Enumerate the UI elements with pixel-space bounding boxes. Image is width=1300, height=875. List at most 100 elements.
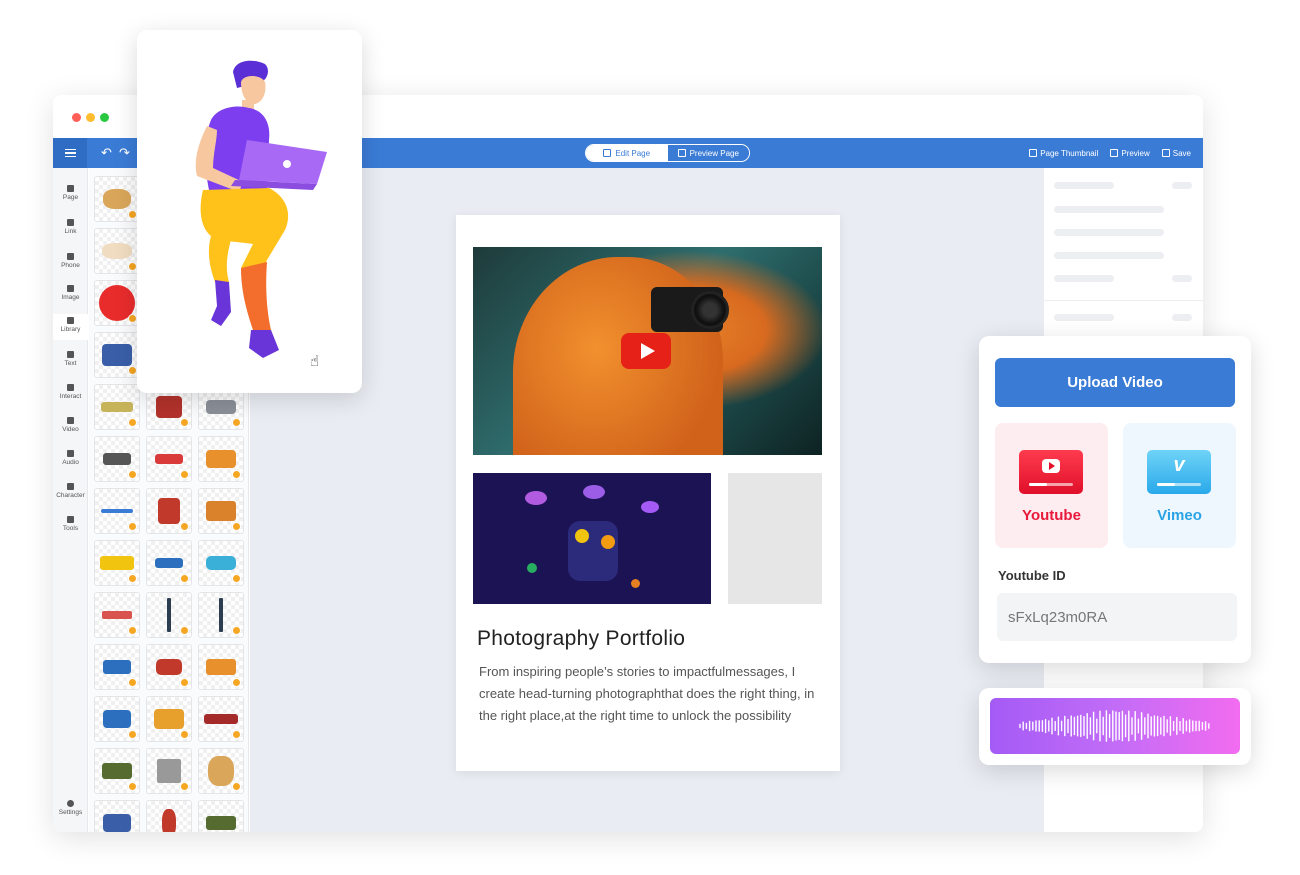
sticker-image (204, 714, 238, 724)
sticker-image (208, 756, 234, 786)
rail-item-library[interactable]: Library (53, 314, 88, 340)
library-sticker[interactable] (94, 176, 140, 222)
illustration-image[interactable] (473, 473, 711, 604)
library-sticker[interactable] (198, 800, 244, 832)
audio-waveform[interactable] (990, 698, 1240, 754)
close-window-dot[interactable] (72, 113, 81, 122)
settings-button[interactable]: Settings (53, 800, 88, 816)
library-sticker[interactable] (146, 644, 192, 690)
sticker-image (158, 498, 180, 524)
library-sticker[interactable] (94, 592, 140, 638)
undo-icon[interactable]: ↶ (101, 145, 112, 161)
page-title: Photography Portfolio (477, 627, 686, 650)
rail-item-interact[interactable]: Interact (53, 384, 88, 400)
premium-badge-icon (180, 782, 189, 791)
waveform-icon (1019, 710, 1210, 742)
library-sticker[interactable] (198, 592, 244, 638)
thumbnail-icon (1029, 149, 1038, 157)
youtube-label: Youtube (1022, 507, 1081, 524)
premium-badge-icon (128, 366, 137, 375)
library-sticker[interactable] (94, 644, 140, 690)
library-sticker[interactable] (198, 488, 244, 534)
hero-video[interactable] (473, 247, 822, 455)
premium-badge-icon (232, 782, 241, 791)
library-sticker[interactable] (94, 228, 140, 274)
library-sticker[interactable] (94, 280, 140, 326)
mode-toggle: Edit Page Preview Page (585, 144, 750, 162)
library-sticker[interactable] (146, 540, 192, 586)
premium-badge-icon (128, 730, 137, 739)
vimeo-option[interactable]: v Vimeo (1123, 423, 1236, 548)
camera-lens (691, 291, 729, 329)
placeholder-image[interactable] (728, 473, 822, 604)
library-sticker[interactable] (94, 748, 140, 794)
maximize-window-dot[interactable] (100, 113, 109, 122)
preview-icon (1110, 149, 1119, 157)
premium-badge-icon (232, 522, 241, 531)
canvas-area: Photography Portfolio From inspiring peo… (250, 168, 1044, 832)
premium-badge-icon (232, 574, 241, 583)
phone-icon (67, 253, 74, 260)
library-sticker[interactable] (198, 540, 244, 586)
rail-item-phone[interactable]: Phone (53, 253, 88, 269)
menu-button[interactable] (53, 138, 87, 168)
sticker-image (155, 558, 183, 568)
hand-cursor-icon: ☝ (310, 353, 320, 370)
rail-item-image[interactable]: Image (53, 285, 88, 301)
sticker-image (219, 598, 223, 632)
library-sticker[interactable] (146, 748, 192, 794)
page-thumbnail-button[interactable]: Page Thumbnail (1029, 149, 1098, 158)
redo-icon[interactable]: ↷ (119, 145, 130, 161)
sticker-image (206, 400, 236, 414)
rail-item-link[interactable]: Link (53, 219, 88, 235)
left-rail: Page Link Phone Image Library Text Inter… (53, 168, 88, 832)
library-sticker[interactable] (198, 644, 244, 690)
library-sticker[interactable] (94, 384, 140, 430)
upload-video-button[interactable]: Upload Video (995, 358, 1235, 407)
library-sticker[interactable] (94, 488, 140, 534)
rail-item-text[interactable]: Text (53, 351, 88, 367)
rail-item-audio[interactable]: Audio (53, 450, 88, 466)
rail-item-video[interactable]: Video (53, 417, 88, 433)
edit-icon (603, 149, 612, 157)
library-sticker[interactable] (198, 748, 244, 794)
rail-item-page[interactable]: Page (53, 185, 88, 201)
youtube-id-input[interactable] (997, 593, 1237, 641)
library-sticker[interactable] (94, 332, 140, 378)
page-description: From inspiring people’s stories to impac… (479, 664, 815, 723)
play-icon[interactable] (621, 333, 671, 369)
library-sticker[interactable] (94, 540, 140, 586)
library-sticker[interactable] (146, 488, 192, 534)
upload-video-card: Upload Video Youtube v Vimeo Youtube ID (979, 336, 1251, 663)
preview-page-button[interactable]: Preview Page (667, 145, 749, 161)
library-sticker[interactable] (198, 696, 244, 742)
library-sticker[interactable] (146, 592, 192, 638)
sticker-image (156, 396, 182, 418)
sticker-image (206, 816, 236, 830)
premium-badge-icon (128, 418, 137, 427)
premium-badge-icon (232, 730, 241, 739)
page-preview: Photography Portfolio From inspiring peo… (456, 215, 840, 771)
preview-button[interactable]: Preview (1110, 149, 1150, 158)
save-button[interactable]: Save (1161, 149, 1191, 158)
premium-badge-icon (128, 522, 137, 531)
minimize-window-dot[interactable] (86, 113, 95, 122)
sticker-image (101, 402, 133, 412)
preview-page-icon (677, 149, 686, 157)
library-sticker[interactable] (198, 436, 244, 482)
library-sticker[interactable] (94, 436, 140, 482)
rail-item-tools[interactable]: Tools (53, 516, 88, 532)
library-sticker[interactable] (94, 800, 140, 832)
library-sticker[interactable] (146, 696, 192, 742)
library-sticker[interactable] (146, 800, 192, 832)
image-icon (67, 285, 74, 292)
youtube-option[interactable]: Youtube (995, 423, 1108, 548)
toolbar-actions: Page Thumbnail Preview Save (1029, 138, 1191, 168)
rail-item-character[interactable]: Character (53, 483, 88, 499)
library-sticker[interactable] (146, 436, 192, 482)
library-sticker[interactable] (94, 696, 140, 742)
edit-page-button[interactable]: Edit Page (586, 145, 668, 161)
premium-badge-icon (232, 470, 241, 479)
sticker-image (101, 509, 133, 513)
premium-badge-icon (128, 574, 137, 583)
